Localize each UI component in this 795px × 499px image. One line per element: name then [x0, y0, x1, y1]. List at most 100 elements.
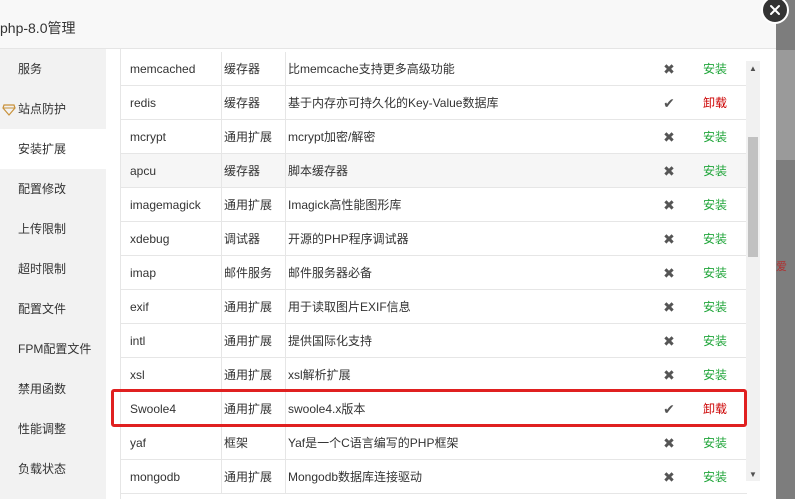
- extension-description: 基于内存亦可持久化的Key-Value数据库: [285, 86, 655, 120]
- table-row: apcu 缓存器 脚本缓存器 ✖ 安装: [121, 154, 747, 188]
- action-label[interactable]: 卸载: [703, 402, 727, 416]
- action-label[interactable]: 安装: [703, 470, 727, 484]
- sidebar-item[interactable]: 禁用函数: [0, 369, 106, 409]
- install-link[interactable]: 安装: [695, 460, 735, 494]
- sidebar-item-label: 站点防护: [18, 102, 67, 116]
- table-row: imagemagick 通用扩展 Imagick高性能图形库 ✖ 安装: [121, 188, 747, 222]
- sidebar-item-label: 超时限制: [18, 262, 67, 276]
- extension-description: mcrypt加密/解密: [285, 120, 655, 154]
- action-label[interactable]: 安装: [703, 300, 727, 314]
- extension-name: exif: [130, 300, 149, 314]
- extension-type: 通用扩展: [221, 460, 285, 494]
- extension-type: 缓存器: [221, 154, 285, 188]
- extension-type: 通用扩展: [221, 290, 285, 324]
- sidebar-item[interactable]: 超时限制: [0, 249, 106, 289]
- cross-icon: ✖: [663, 265, 675, 281]
- sidebar-item-label: 配置修改: [18, 182, 67, 196]
- install-link[interactable]: 安装: [695, 52, 735, 86]
- table-scrollbar[interactable]: ▲ ▼: [746, 61, 760, 481]
- check-icon: ✔: [663, 401, 675, 417]
- cross-icon: ✖: [663, 299, 675, 315]
- install-link[interactable]: 安装: [695, 188, 735, 222]
- action-label[interactable]: 安装: [703, 164, 727, 178]
- action-label[interactable]: 安装: [703, 198, 727, 212]
- table-row: redis 缓存器 基于内存亦可持久化的Key-Value数据库 ✔ 卸载: [121, 86, 747, 120]
- diamond-icon: [2, 104, 16, 116]
- cross-icon: ✖: [663, 231, 675, 247]
- cross-icon: ✖: [663, 367, 675, 383]
- action-label[interactable]: 安装: [703, 266, 727, 280]
- extension-type: 通用扩展: [221, 120, 285, 154]
- extension-type: 邮件服务: [221, 256, 285, 290]
- sidebar-item-label: 安装扩展: [18, 142, 67, 156]
- install-link[interactable]: 安装: [695, 290, 735, 324]
- extension-description: Yaf是一个C语言编写的PHP框架: [285, 426, 655, 460]
- action-label[interactable]: 安装: [703, 334, 727, 348]
- install-link[interactable]: 安装: [695, 358, 735, 392]
- extension-description: swoole4.x版本: [285, 392, 655, 426]
- action-label[interactable]: 安装: [703, 368, 727, 382]
- cross-icon: ✖: [663, 129, 675, 145]
- background-page: 爱: [776, 0, 795, 499]
- scroll-up-arrow-icon[interactable]: ▲: [746, 61, 760, 75]
- cross-icon: ✖: [663, 163, 675, 179]
- sidebar-item[interactable]: 安装扩展: [0, 129, 106, 169]
- sidebar-item[interactable]: 站点防护: [0, 89, 106, 129]
- cross-icon: ✖: [663, 197, 675, 213]
- install-link[interactable]: 安装: [695, 222, 735, 256]
- sidebar-item[interactable]: 服务: [0, 49, 106, 89]
- extension-name: imagemagick: [130, 198, 201, 212]
- sidebar-item[interactable]: 上传限制: [0, 209, 106, 249]
- uninstall-link[interactable]: 卸载: [695, 392, 735, 426]
- install-link[interactable]: 安装: [695, 324, 735, 358]
- extension-name: mongodb: [130, 470, 181, 484]
- sidebar-item[interactable]: 负载状态: [0, 449, 106, 489]
- install-link[interactable]: 安装: [695, 256, 735, 290]
- table-row: mcrypt 通用扩展 mcrypt加密/解密 ✖ 安装: [121, 120, 747, 154]
- install-link[interactable]: 安装: [695, 120, 735, 154]
- close-icon: [770, 5, 780, 15]
- extension-type: 缓存器: [221, 86, 285, 120]
- extension-name: intl: [130, 334, 146, 348]
- extensions-table: memcached 缓存器 比memcache支持更多高级功能 ✖ 安装 redis 缓存器…: [120, 49, 747, 499]
- cross-icon: ✖: [663, 435, 675, 451]
- action-label[interactable]: 安装: [703, 130, 727, 144]
- extension-name: xdebug: [130, 232, 170, 246]
- sidebar-item[interactable]: 性能调整: [0, 409, 106, 449]
- php-manage-dialog: php-8.0管理 服务 站点防护 安装扩展 配置修改 上传限制 超时限制 配置文件 FPM配…: [0, 0, 776, 499]
- action-label[interactable]: 卸载: [703, 96, 727, 110]
- check-icon: ✔: [663, 95, 675, 111]
- scroll-thumb[interactable]: [748, 137, 758, 257]
- sidebar-item-label: 性能调整: [18, 422, 67, 436]
- action-label[interactable]: 安装: [703, 436, 727, 450]
- extension-name: yaf: [130, 436, 147, 450]
- uninstall-link[interactable]: 卸载: [695, 86, 735, 120]
- cross-icon: ✖: [663, 61, 675, 77]
- extension-type: 调试器: [221, 222, 285, 256]
- extension-description: xsl解析扩展: [285, 358, 655, 392]
- extension-description: 提供国际化支持: [285, 324, 655, 358]
- extension-description: Mongodb数据库连接驱动: [285, 460, 655, 494]
- table-row: imap 邮件服务 邮件服务器必备 ✖ 安装: [121, 256, 747, 290]
- table-row: mongodb 通用扩展 Mongodb数据库连接驱动 ✖ 安装: [121, 460, 747, 494]
- install-link[interactable]: 安装: [695, 426, 735, 460]
- scroll-down-arrow-icon[interactable]: ▼: [746, 467, 760, 481]
- action-label[interactable]: 安装: [703, 62, 727, 76]
- sidebar-item[interactable]: 配置文件: [0, 289, 106, 329]
- sidebar-item[interactable]: 配置修改: [0, 169, 106, 209]
- extension-type: 缓存器: [221, 52, 285, 86]
- table-row: Swoole4 通用扩展 swoole4.x版本 ✔ 卸载: [121, 392, 747, 426]
- background-text: 爱: [776, 261, 787, 273]
- action-label[interactable]: 安装: [703, 232, 727, 246]
- cross-icon: ✖: [663, 469, 675, 485]
- sidebar: 服务站点防护安装扩展配置修改上传限制超时限制配置文件 FPM配置文件禁用函数性能调…: [0, 49, 106, 499]
- extension-description: 邮件服务器必备: [285, 256, 655, 290]
- extension-name: redis: [130, 96, 157, 110]
- extension-description: Imagick高性能图形库: [285, 188, 655, 222]
- extension-name: mcrypt: [130, 130, 166, 144]
- background-panel: [776, 50, 795, 160]
- extension-name: Swoole4: [130, 402, 177, 416]
- sidebar-item[interactable]: FPM配置文件: [0, 329, 106, 369]
- install-link[interactable]: 安装: [695, 154, 735, 188]
- sidebar-item-label: FPM配置文件: [18, 342, 92, 356]
